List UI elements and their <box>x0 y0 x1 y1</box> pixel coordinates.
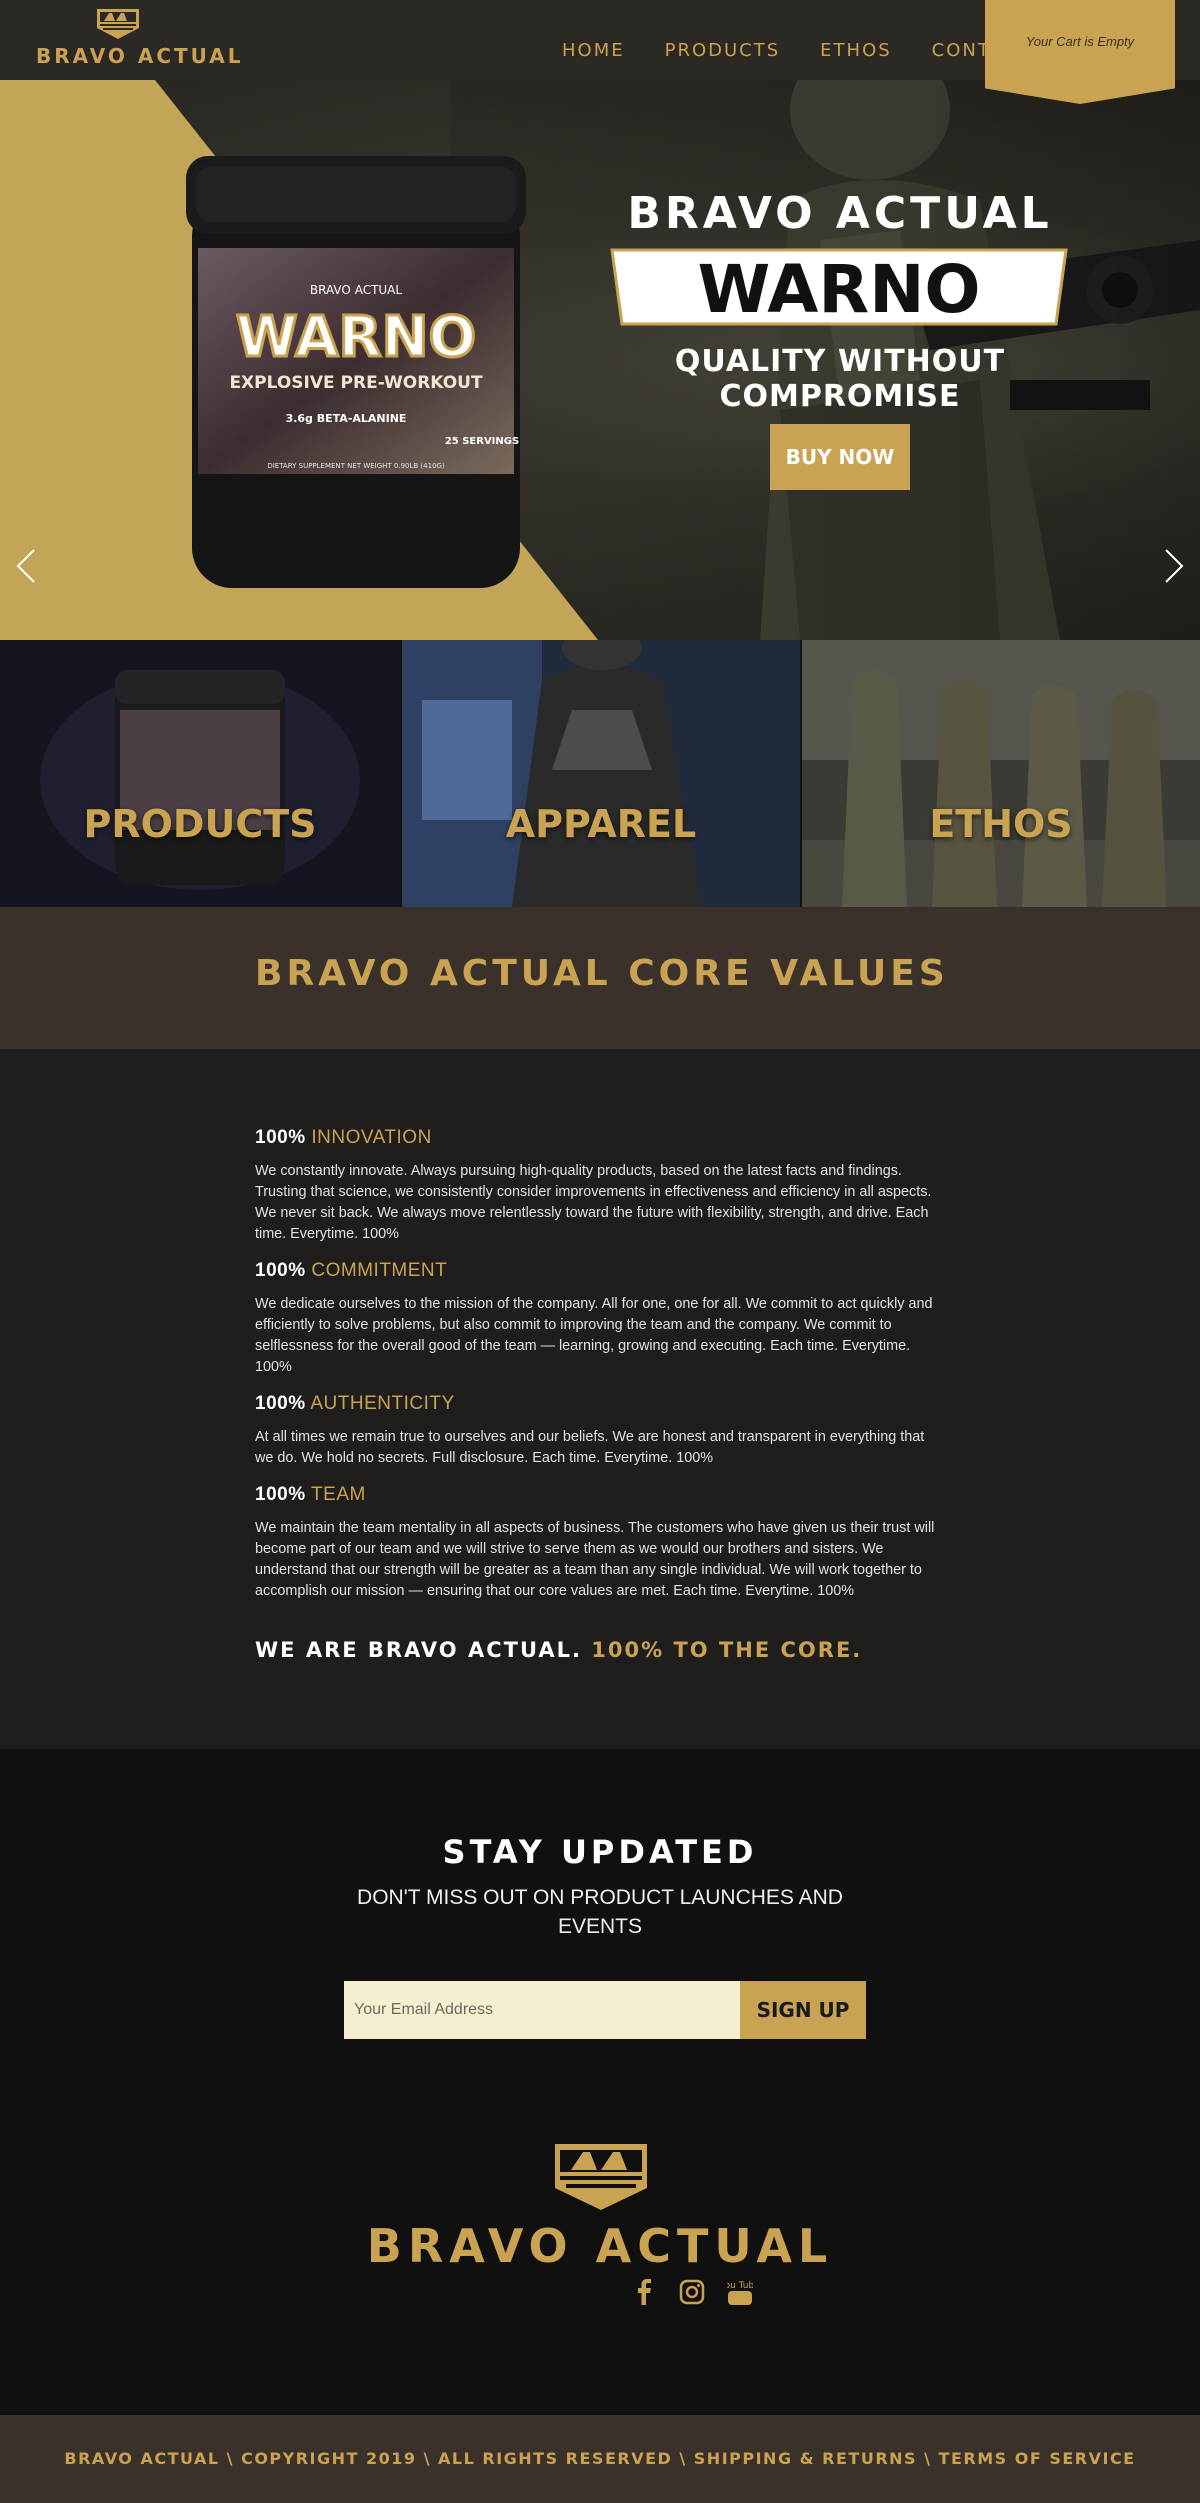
logo-text: BRAVO ACTUAL <box>36 44 244 68</box>
category-tiles: PRODUCTS APPAREL ETHOS <box>0 640 1200 907</box>
nav-products[interactable]: PRODUCTS <box>665 40 781 61</box>
value-heading: 100% AUTHENTICITY <box>255 1393 455 1414</box>
site-header: BRAVO ACTUAL HOME PRODUCTS ETHOS CONTACT… <box>0 0 1200 104</box>
footer-links: BRAVO ACTUAL \ COPYRIGHT 2019 \ ALL RIGH… <box>64 2449 1136 2468</box>
svg-text:WARNO: WARNO <box>697 251 980 328</box>
svg-text:BRAVO ACTUAL: BRAVO ACTUAL <box>310 283 402 297</box>
signup-button[interactable]: SIGN UP <box>740 1981 866 2039</box>
svg-text:WARNO: WARNO <box>236 305 476 370</box>
logo-link[interactable]: BRAVO ACTUAL <box>36 8 244 72</box>
value-authenticity: 100% AUTHENTICITY At all times we remain… <box>255 1393 945 1469</box>
tile-products[interactable]: PRODUCTS <box>0 640 400 907</box>
core-values-header: BRAVO ACTUAL CORE VALUES <box>0 907 1200 1049</box>
footer-copyright: COPYRIGHT 2019 <box>241 2449 417 2468</box>
hero-tagline: QUALITY WITHOUT COMPROMISE <box>674 344 1006 414</box>
cart-tab[interactable]: Your Cart is Empty <box>985 0 1175 104</box>
newsletter-section: STAY UPDATED DON'T MISS OUT ON PRODUCT L… <box>0 1749 1200 2415</box>
core-values-motto: WE ARE BRAVO ACTUAL. 100% TO THE CORE. <box>255 1638 863 1662</box>
youtube-icon[interactable]: You Tube <box>724 2276 756 2308</box>
hero-brand: BRAVO ACTUAL <box>627 188 1053 239</box>
value-text: We maintain the team mentality in all as… <box>255 1520 935 1599</box>
value-heading: 100% INNOVATION <box>255 1127 432 1148</box>
product-jar-image: BRAVO ACTUAL WARNO EXPLOSIVE PRE-WORKOUT… <box>186 156 526 588</box>
value-text: At all times we remain true to ourselves… <box>255 1429 925 1466</box>
logo-badge-icon <box>95 8 141 40</box>
tile-ethos[interactable]: ETHOS <box>800 640 1200 907</box>
products-tile-image <box>0 640 400 907</box>
svg-text:25 SERVINGS: 25 SERVINGS <box>445 436 519 447</box>
svg-text:DIETARY SUPPLEMENT NET WEIGHT: DIETARY SUPPLEMENT NET WEIGHT 0.90LB (41… <box>267 462 445 470</box>
footer-bottom-bar: BRAVO ACTUAL \ COPYRIGHT 2019 \ ALL RIGH… <box>0 2415 1200 2503</box>
chevron-left-icon[interactable] <box>12 546 42 586</box>
social-links: You Tube <box>628 2276 756 2308</box>
value-team: 100% TEAM We maintain the team mentality… <box>255 1484 945 1602</box>
warno-logo: WARNO <box>610 248 1068 328</box>
tile-apparel[interactable]: APPAREL <box>400 640 800 907</box>
value-heading: 100% COMMITMENT <box>255 1260 448 1281</box>
tile-apparel-label: APPAREL <box>505 802 697 846</box>
tile-products-label: PRODUCTS <box>83 802 317 846</box>
nav-ethos[interactable]: ETHOS <box>820 40 892 61</box>
cart-status: Your Cart is Empty <box>1025 34 1135 49</box>
apparel-tile-image <box>402 640 800 907</box>
core-values-section: 100% INNOVATION We constantly innovate. … <box>0 1049 1200 1749</box>
value-text: We dedicate ourselves to the mission of … <box>255 1296 933 1375</box>
value-innovation: 100% INNOVATION We constantly innovate. … <box>255 1127 945 1245</box>
email-input[interactable] <box>344 1981 740 2039</box>
value-text: We constantly innovate. Always pursuing … <box>255 1163 932 1242</box>
newsletter-title: STAY UPDATED <box>442 1833 758 1871</box>
footer-brand: BRAVO ACTUAL <box>366 2219 834 2273</box>
value-commitment: 100% COMMITMENT We dedicate ourselves to… <box>255 1260 945 1378</box>
instagram-icon[interactable] <box>676 2276 708 2308</box>
buy-now-button[interactable]: BUY NOW <box>770 424 910 490</box>
ethos-tile-image <box>802 640 1200 907</box>
svg-text:EXPLOSIVE PRE-WORKOUT: EXPLOSIVE PRE-WORKOUT <box>229 373 483 393</box>
shipping-returns-link[interactable]: SHIPPING & RETURNS <box>694 2449 917 2468</box>
hero-slider: BRAVO ACTUAL WARNO EXPLOSIVE PRE-WORKOUT… <box>0 80 1200 640</box>
facebook-icon[interactable] <box>628 2276 660 2308</box>
svg-text:You Tube: You Tube <box>727 2281 753 2291</box>
footer-badge-icon <box>555 2144 647 2210</box>
footer-brand-link[interactable]: BRAVO ACTUAL <box>64 2449 219 2468</box>
terms-link[interactable]: TERMS OF SERVICE <box>939 2449 1136 2468</box>
core-values-title: BRAVO ACTUAL CORE VALUES <box>255 953 949 994</box>
value-heading: 100% TEAM <box>255 1484 366 1505</box>
newsletter-subtitle: DON'T MISS OUT ON PRODUCT LAUNCHES AND E… <box>357 1886 843 1938</box>
chevron-right-icon[interactable] <box>1158 546 1188 586</box>
nav-home[interactable]: HOME <box>562 40 625 61</box>
footer-rights: ALL RIGHTS RESERVED <box>438 2449 673 2468</box>
tile-ethos-label: ETHOS <box>929 802 1073 846</box>
svg-text:3.6g BETA-ALANINE: 3.6g BETA-ALANINE <box>286 412 407 425</box>
